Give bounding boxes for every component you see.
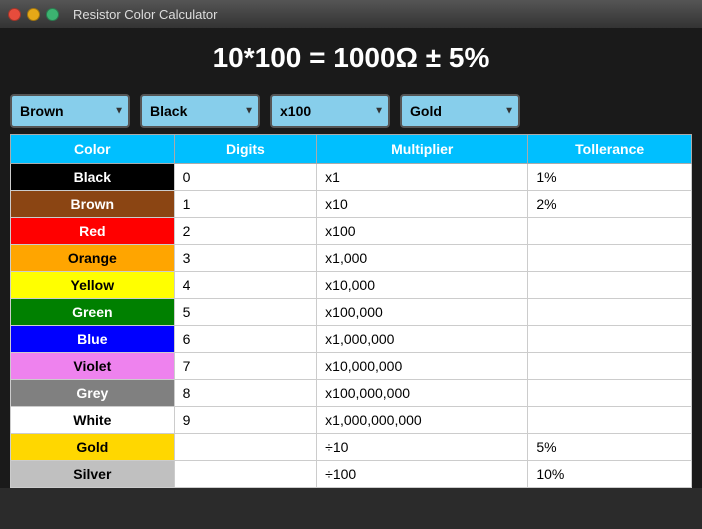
digit-cell: 4 (174, 272, 317, 299)
table-body: Black0x11%Brown1x102%Red2x100Orange3x1,0… (11, 164, 692, 488)
digit-cell: 9 (174, 407, 317, 434)
digit-cell: 0 (174, 164, 317, 191)
multiplier-cell: x100 (317, 218, 528, 245)
multiplier-cell: x1 (317, 164, 528, 191)
color-cell-green: Green (11, 299, 175, 326)
table-row: Gold ÷105% (11, 434, 692, 461)
tolerance-cell: 2% (528, 191, 692, 218)
color-cell-brown: Brown (11, 191, 175, 218)
digit-cell: 5 (174, 299, 317, 326)
band1-dropdown[interactable]: BlackBrownRedOrangeYellowGreenBlueViolet… (10, 94, 130, 128)
digit-cell: 7 (174, 353, 317, 380)
digit-cell (174, 434, 317, 461)
color-cell-blue: Blue (11, 326, 175, 353)
multiplier-cell: x100,000 (317, 299, 528, 326)
table-row: Orange3x1,000 (11, 245, 692, 272)
tolerance-cell (528, 299, 692, 326)
color-cell-yellow: Yellow (11, 272, 175, 299)
band2-wrapper: BlackBrownRedOrangeYellowGreenBlueViolet… (140, 94, 260, 128)
color-cell-violet: Violet (11, 353, 175, 380)
multiplier-cell: x1,000,000 (317, 326, 528, 353)
header-tolerance: Tollerance (528, 135, 692, 164)
color-cell-silver: Silver (11, 461, 175, 488)
digit-cell: 1 (174, 191, 317, 218)
multiplier-cell: x1,000 (317, 245, 528, 272)
header-color: Color (11, 135, 175, 164)
titlebar: Resistor Color Calculator (0, 0, 702, 28)
table-row: Brown1x102% (11, 191, 692, 218)
table-row: Silver ÷10010% (11, 461, 692, 488)
color-cell-black: Black (11, 164, 175, 191)
tolerance-cell: 10% (528, 461, 692, 488)
tolerance-cell: 5% (528, 434, 692, 461)
digit-cell (174, 461, 317, 488)
multiplier-cell: x10 (317, 191, 528, 218)
color-cell-orange: Orange (11, 245, 175, 272)
digit-cell: 6 (174, 326, 317, 353)
multiplier-dropdown[interactable]: x1x10x100x1,000x10,000x100,000x1,000,000… (270, 94, 390, 128)
tolerance-cell: 1% (528, 164, 692, 191)
table-row: Yellow4x10,000 (11, 272, 692, 299)
multiplier-cell: ÷10 (317, 434, 528, 461)
close-button[interactable] (8, 8, 21, 21)
multiplier-cell: x100,000,000 (317, 380, 528, 407)
color-cell-gold: Gold (11, 434, 175, 461)
digit-cell: 8 (174, 380, 317, 407)
tolerance-cell (528, 380, 692, 407)
multiplier-cell: x1,000,000,000 (317, 407, 528, 434)
digit-cell: 2 (174, 218, 317, 245)
window-title: Resistor Color Calculator (73, 7, 218, 22)
color-cell-grey: Grey (11, 380, 175, 407)
tolerance-dropdown[interactable]: GoldSilverNoneBrownRedGreenBlueVioletGre… (400, 94, 520, 128)
tolerance-cell (528, 218, 692, 245)
band1-wrapper: BlackBrownRedOrangeYellowGreenBlueViolet… (10, 94, 130, 128)
band2-dropdown[interactable]: BlackBrownRedOrangeYellowGreenBlueViolet… (140, 94, 260, 128)
table-row: Grey8x100,000,000 (11, 380, 692, 407)
tolerance-cell (528, 245, 692, 272)
table-row: White9x1,000,000,000 (11, 407, 692, 434)
main-content: 10*100 = 1000Ω ± 5% BlackBrownRedOrangeY… (0, 28, 702, 488)
header-digits: Digits (174, 135, 317, 164)
tolerance-cell (528, 353, 692, 380)
table-header-row: Color Digits Multiplier Tollerance (11, 135, 692, 164)
dropdowns-row: BlackBrownRedOrangeYellowGreenBlueViolet… (0, 88, 702, 134)
formula-bar: 10*100 = 1000Ω ± 5% (0, 28, 702, 88)
table-container: Color Digits Multiplier Tollerance Black… (10, 134, 692, 488)
maximize-button[interactable] (46, 8, 59, 21)
minimize-button[interactable] (27, 8, 40, 21)
multiplier-cell: x10,000,000 (317, 353, 528, 380)
tolerance-cell (528, 272, 692, 299)
tolerance-cell (528, 326, 692, 353)
header-multiplier: Multiplier (317, 135, 528, 164)
multiplier-wrapper: x1x10x100x1,000x10,000x100,000x1,000,000… (270, 94, 390, 128)
digit-cell: 3 (174, 245, 317, 272)
table-row: Violet7x10,000,000 (11, 353, 692, 380)
table-row: Black0x11% (11, 164, 692, 191)
color-table: Color Digits Multiplier Tollerance Black… (10, 134, 692, 488)
color-cell-white: White (11, 407, 175, 434)
table-row: Blue6x1,000,000 (11, 326, 692, 353)
table-row: Red2x100 (11, 218, 692, 245)
tolerance-wrapper: GoldSilverNoneBrownRedGreenBlueVioletGre… (400, 94, 520, 128)
color-cell-red: Red (11, 218, 175, 245)
table-row: Green5x100,000 (11, 299, 692, 326)
tolerance-cell (528, 407, 692, 434)
formula-display: 10*100 = 1000Ω ± 5% (213, 42, 490, 73)
multiplier-cell: x10,000 (317, 272, 528, 299)
multiplier-cell: ÷100 (317, 461, 528, 488)
